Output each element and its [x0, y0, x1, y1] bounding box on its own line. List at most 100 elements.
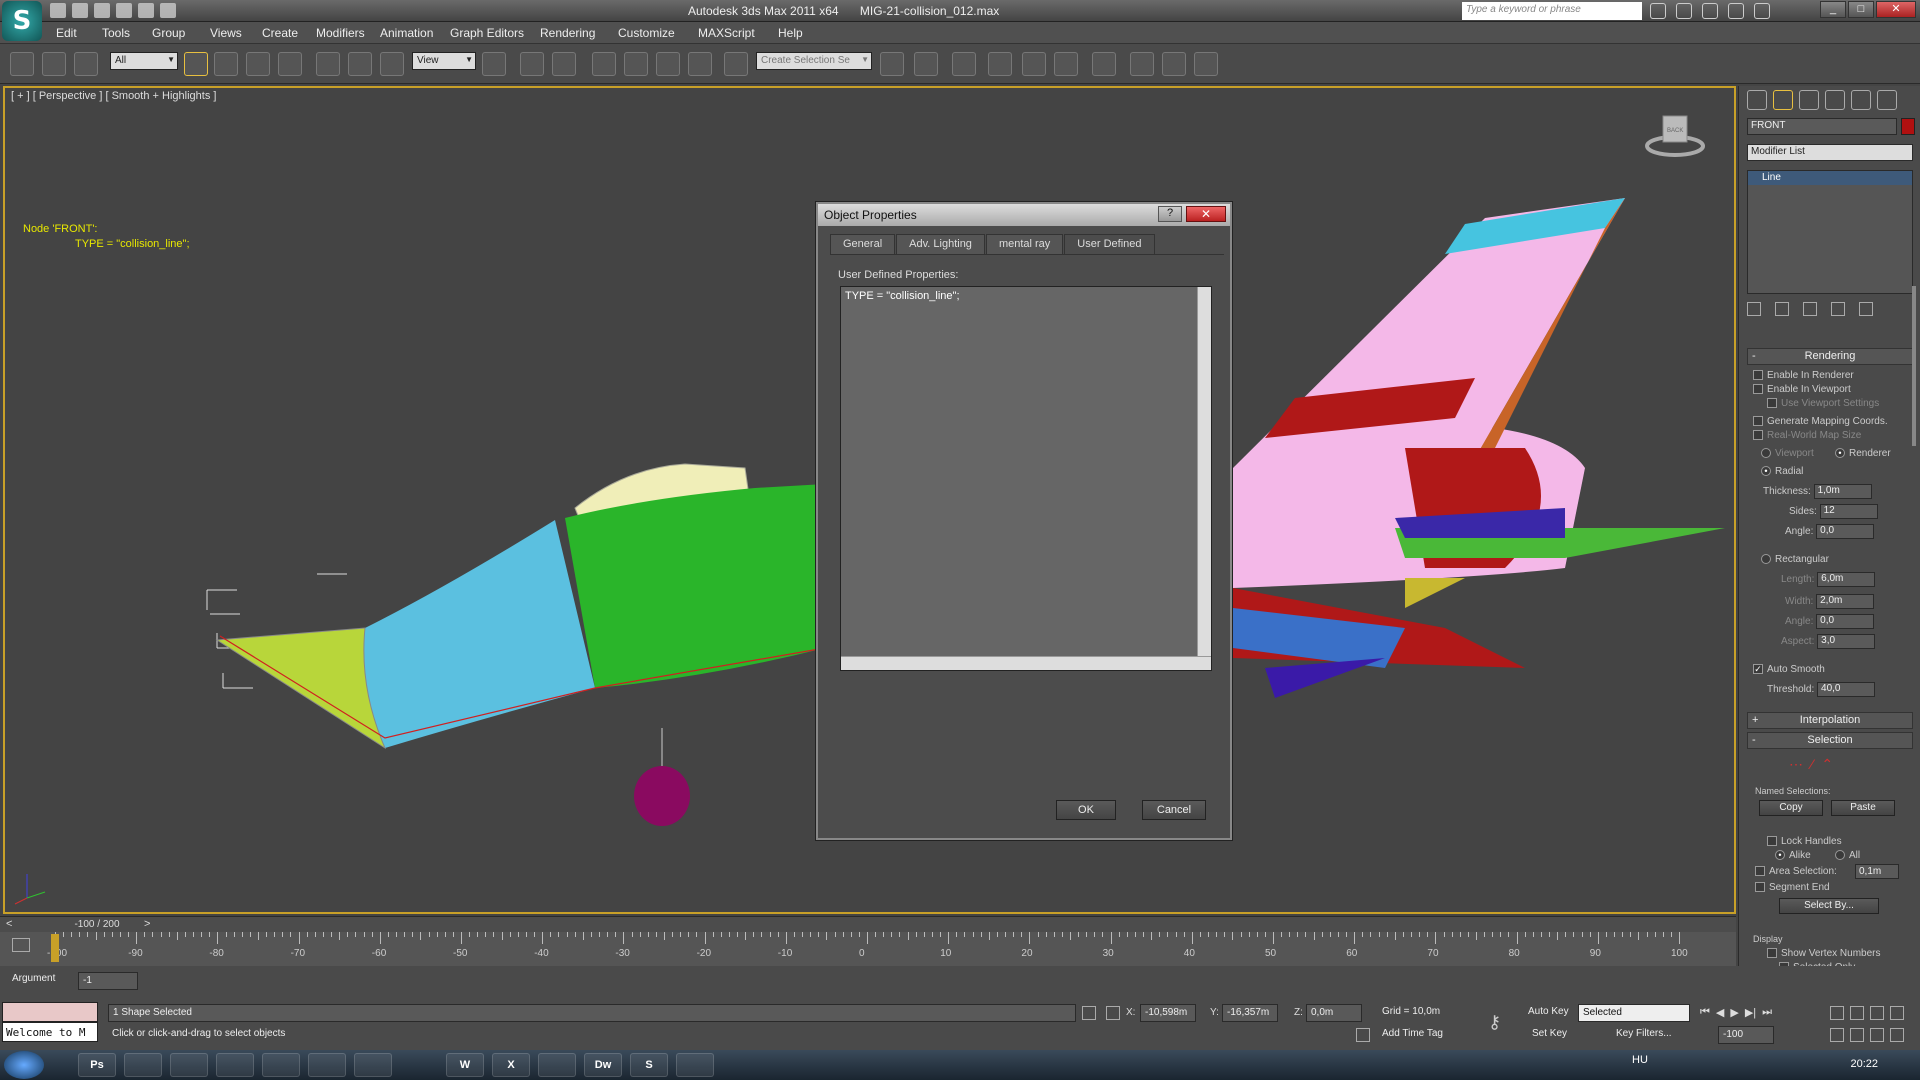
star-icon[interactable]: [1728, 3, 1744, 19]
zoom-icon[interactable]: [1830, 1006, 1844, 1020]
menu-animation[interactable]: Animation: [380, 26, 433, 40]
cancel-button[interactable]: Cancel: [1142, 800, 1206, 820]
menu-create[interactable]: Create: [262, 26, 298, 40]
schematic-view-icon[interactable]: [1054, 52, 1078, 76]
named-selection-sets-dropdown[interactable]: Create Selection Se: [756, 52, 872, 70]
radial-radio[interactable]: • Radial: [1761, 466, 1803, 477]
pivot-center-icon[interactable]: [482, 52, 506, 76]
argument-spinner[interactable]: -1: [78, 972, 138, 990]
length-spinner[interactable]: Length: 6,0m: [1781, 572, 1876, 587]
display-tab-icon[interactable]: [1851, 90, 1871, 110]
key-filters-button[interactable]: Key Filters...: [1612, 1026, 1690, 1044]
aspect-spinner[interactable]: Aspect: 3,0: [1781, 634, 1876, 649]
menu-graph-editors[interactable]: Graph Editors: [450, 26, 524, 40]
taskbar-app-10[interactable]: [538, 1053, 576, 1077]
taskbar-app-6[interactable]: [308, 1053, 346, 1077]
redo-icon[interactable]: [138, 3, 154, 18]
select-object-icon[interactable]: [184, 52, 208, 76]
utilities-tab-icon[interactable]: [1877, 90, 1897, 110]
taskbar-photoshop[interactable]: Ps: [78, 1053, 116, 1077]
taskbar-app-13[interactable]: [676, 1053, 714, 1077]
taskbar-dreamweaver[interactable]: Dw: [584, 1053, 622, 1077]
time-cursor[interactable]: [51, 934, 59, 962]
maxscript-mini-listener-top[interactable]: [2, 1002, 98, 1022]
mirror-icon[interactable]: [880, 52, 904, 76]
field-of-view-icon[interactable]: [1830, 1028, 1844, 1042]
app-logo-icon[interactable]: S: [2, 1, 42, 41]
select-by-name-icon[interactable]: [214, 52, 238, 76]
zoom-extents-all-icon[interactable]: [1890, 1006, 1904, 1020]
configure-sets-icon[interactable]: [1859, 302, 1873, 316]
percent-snap-icon[interactable]: [656, 52, 680, 76]
key-icon[interactable]: [1676, 3, 1692, 19]
selection-filter-dropdown[interactable]: All: [110, 52, 178, 70]
add-time-tag[interactable]: Add Time Tag: [1378, 1026, 1474, 1044]
segment-end-checkbox[interactable]: Segment End: [1755, 882, 1830, 893]
command-panel-scrollbar[interactable]: [1912, 286, 1916, 446]
hierarchy-tab-icon[interactable]: [1799, 90, 1819, 110]
language-indicator[interactable]: HU: [1632, 1054, 1648, 1066]
taskbar-skype[interactable]: S: [630, 1053, 668, 1077]
align-icon[interactable]: [914, 52, 938, 76]
tab-user-defined[interactable]: User Defined: [1064, 234, 1155, 254]
use-viewport-settings-checkbox[interactable]: Use Viewport Settings: [1767, 398, 1879, 409]
rotate-icon[interactable]: [348, 52, 372, 76]
menu-help[interactable]: Help: [778, 26, 803, 40]
time-slider[interactable]: < -100 / 200 >: [0, 916, 1736, 932]
tab-adv-lighting[interactable]: Adv. Lighting: [896, 234, 985, 254]
stack-item-line[interactable]: Line: [1748, 171, 1912, 185]
angle-snap-icon[interactable]: [624, 52, 648, 76]
make-unique-icon[interactable]: [1803, 302, 1817, 316]
auto-key-button[interactable]: Auto Key: [1524, 1004, 1576, 1022]
dialog-help-button[interactable]: ?: [1158, 206, 1182, 222]
time-frame-indicator[interactable]: -100 / 200: [52, 919, 142, 930]
keyboard-shortcut-override-icon[interactable]: [552, 52, 576, 76]
real-world-map-size-checkbox[interactable]: Real-World Map Size: [1753, 430, 1861, 441]
close-window-button[interactable]: ✕: [1876, 1, 1916, 18]
width-spinner[interactable]: Width: 2,0m: [1785, 594, 1875, 609]
curve-editor-icon[interactable]: [1022, 52, 1046, 76]
menu-group[interactable]: Group: [152, 26, 185, 40]
project-folder-icon[interactable]: [160, 3, 176, 18]
reference-coordinate-dropdown[interactable]: View: [412, 52, 476, 70]
rectangle-selection-icon[interactable]: [246, 52, 270, 76]
layer-manager-icon[interactable]: [952, 52, 976, 76]
show-end-result-icon[interactable]: [1775, 302, 1789, 316]
next-frame-icon[interactable]: ▶|: [1745, 1006, 1756, 1019]
lock-handles-checkbox[interactable]: Lock Handles: [1767, 836, 1842, 847]
open-file-icon[interactable]: [72, 3, 88, 18]
motion-tab-icon[interactable]: [1825, 90, 1845, 110]
snaps-toggle-icon[interactable]: [592, 52, 616, 76]
select-by-button[interactable]: Select By...: [1779, 898, 1879, 914]
time-tag-icon[interactable]: [1356, 1028, 1370, 1042]
tab-general[interactable]: General: [830, 234, 896, 254]
pan-view-icon[interactable]: [1850, 1028, 1864, 1042]
go-to-start-icon[interactable]: ⏮: [1700, 1006, 1710, 1019]
rendered-frame-window-icon[interactable]: [1162, 52, 1186, 76]
area-selection-checkbox[interactable]: Area Selection:: [1755, 866, 1837, 877]
auto-smooth-checkbox[interactable]: ✓ Auto Smooth: [1753, 664, 1825, 675]
generate-mapping-coords-checkbox[interactable]: Generate Mapping Coords.: [1753, 416, 1888, 427]
angle-spinner[interactable]: Angle: 0,0: [1785, 524, 1875, 539]
orbit-icon[interactable]: [1870, 1028, 1884, 1042]
taskbar-app-2[interactable]: [124, 1053, 162, 1077]
maximize-button[interactable]: □: [1848, 1, 1874, 18]
show-vertex-numbers-checkbox[interactable]: Show Vertex Numbers: [1767, 948, 1881, 959]
enable-in-viewport-checkbox[interactable]: Enable In Viewport: [1753, 384, 1851, 395]
copy-button[interactable]: Copy: [1759, 800, 1823, 816]
menu-views[interactable]: Views: [210, 26, 242, 40]
menu-maxscript[interactable]: MAXScript: [698, 26, 755, 40]
menu-rendering[interactable]: Rendering: [540, 26, 595, 40]
area-selection-spinner[interactable]: 0,1m: [1855, 864, 1899, 879]
viewport-radio[interactable]: Viewport: [1761, 448, 1814, 459]
tab-mental-ray[interactable]: mental ray: [985, 234, 1064, 254]
taskbar-app-7[interactable]: [354, 1053, 392, 1077]
previous-frame-icon[interactable]: ◀: [1716, 1006, 1724, 1019]
create-tab-icon[interactable]: [1747, 90, 1767, 110]
y-coordinate-field[interactable]: -16,357m: [1222, 1004, 1278, 1022]
taskbar-app-4[interactable]: [216, 1053, 254, 1077]
render-setup-icon[interactable]: [1130, 52, 1154, 76]
threshold-spinner[interactable]: Threshold: 40,0: [1767, 682, 1876, 697]
sides-spinner[interactable]: Sides: 12: [1789, 504, 1878, 519]
user-defined-properties-textarea[interactable]: TYPE = "collision_line";: [840, 286, 1212, 671]
